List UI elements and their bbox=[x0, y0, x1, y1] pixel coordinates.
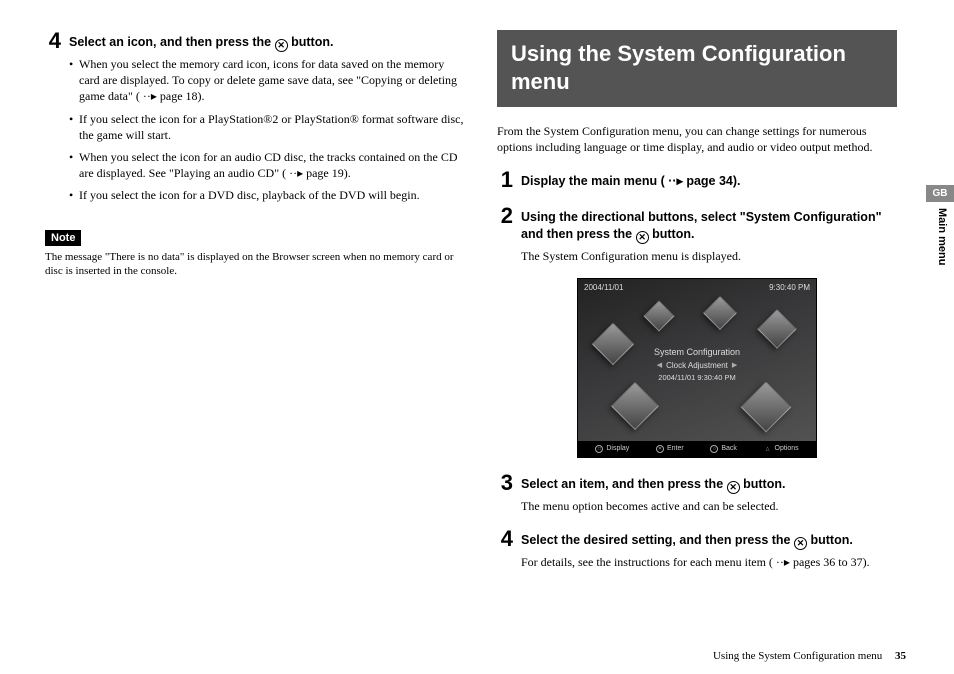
bullet-item: When you select the icon for an audio CD… bbox=[69, 149, 465, 181]
step-body: For details, see the instructions for ea… bbox=[521, 554, 897, 570]
step-title-part-a: Select the desired setting, and then pre… bbox=[521, 533, 794, 547]
step-title-part-a: Select an item, and then press the bbox=[521, 477, 727, 491]
decorative-cube-icon bbox=[592, 323, 634, 365]
bullet-item: When you select the memory card icon, ic… bbox=[69, 56, 465, 105]
decorative-cube-icon bbox=[611, 382, 659, 430]
step-title-part-a: Using the directional buttons, select "S… bbox=[521, 210, 882, 240]
step-bullet-list: When you select the memory card icon, ic… bbox=[69, 56, 465, 204]
step-body: The menu option becomes active and can b… bbox=[521, 498, 897, 514]
ps2-foot-back: ○Back bbox=[710, 445, 737, 453]
step-title-part-b: button. bbox=[291, 35, 333, 49]
decorative-cube-icon bbox=[757, 309, 797, 349]
step-title-part-b: button. bbox=[652, 227, 694, 241]
section-heading: Using the System Configuration menu bbox=[497, 30, 897, 107]
bullet-item: If you select the icon for a PlayStation… bbox=[69, 111, 465, 143]
x-button-icon: ✕ bbox=[794, 537, 807, 550]
square-icon: □ bbox=[595, 445, 603, 453]
footer-title: Using the System Configuration menu bbox=[713, 650, 882, 662]
step-number: 1 bbox=[497, 169, 513, 191]
x-button-icon: ✕ bbox=[636, 231, 649, 244]
ps2-footbar: □Display ✕Enter ○Back △Options bbox=[578, 441, 816, 457]
step-number: 4 bbox=[497, 528, 513, 550]
right-step-4: 4 Select the desired setting, and then p… bbox=[497, 528, 897, 570]
step-title-part-b: button. bbox=[810, 533, 852, 547]
left-step-4: 4 Select an icon, and then press the ✕ b… bbox=[45, 30, 465, 204]
circle-icon: ○ bbox=[710, 445, 718, 453]
right-step-3: 3 Select an item, and then press the ✕ b… bbox=[497, 472, 897, 514]
ps2-menu-title: System Configuration bbox=[654, 347, 740, 357]
decorative-cube-icon bbox=[703, 296, 737, 330]
region-tag: GB bbox=[926, 185, 954, 202]
ps2-menu-row: ◀ Clock Adjustment ▶ bbox=[654, 361, 740, 370]
decorative-cube-icon bbox=[643, 300, 674, 331]
bullet-item: If you select the icon for a DVD disc, p… bbox=[69, 187, 465, 203]
page-footer: Using the System Configuration menu 35 bbox=[713, 650, 906, 662]
step-title: Display the main menu ( ··▸ page 34). bbox=[521, 169, 741, 191]
page-number: 35 bbox=[895, 650, 906, 662]
ps2-menu-item: Clock Adjustment bbox=[666, 361, 728, 370]
decorative-cube-icon bbox=[741, 381, 792, 432]
section-intro: From the System Configuration menu, you … bbox=[497, 123, 897, 155]
step-title: Using the directional buttons, select "S… bbox=[521, 205, 897, 243]
step-number: 3 bbox=[497, 472, 513, 494]
step-body: The System Configuration menu is display… bbox=[521, 248, 897, 264]
step-title: Select an icon, and then press the ✕ but… bbox=[69, 30, 333, 52]
ps2-foot-options: △Options bbox=[764, 445, 799, 453]
step-title-part-a: Select an icon, and then press the bbox=[69, 35, 275, 49]
left-column: 4 Select an icon, and then press the ✕ b… bbox=[45, 30, 465, 630]
triangle-icon: △ bbox=[764, 445, 772, 453]
step-title: Select an item, and then press the ✕ but… bbox=[521, 472, 785, 494]
step-title: Select the desired setting, and then pre… bbox=[521, 528, 853, 550]
ps2-foot-display: □Display bbox=[595, 445, 629, 453]
side-tab: GB Main menu bbox=[926, 185, 954, 265]
page-content: 4 Select an icon, and then press the ✕ b… bbox=[45, 30, 914, 630]
triangle-right-icon: ▶ bbox=[732, 361, 737, 369]
step-number: 2 bbox=[497, 205, 513, 243]
step-number: 4 bbox=[45, 30, 61, 52]
step-title-part-b: button. bbox=[743, 477, 785, 491]
ps2-menu-value: 2004/11/01 9:30:40 PM bbox=[654, 373, 740, 382]
right-column: Using the System Configuration menu From… bbox=[497, 30, 897, 630]
note-label: Note bbox=[45, 230, 81, 246]
ps2-foot-enter: ✕Enter bbox=[656, 445, 684, 453]
side-section-label: Main menu bbox=[936, 208, 948, 265]
ps2-center-menu: System Configuration ◀ Clock Adjustment … bbox=[654, 347, 740, 382]
note-text: The message "There is no data" is displa… bbox=[45, 250, 465, 279]
x-button-icon: ✕ bbox=[727, 481, 740, 494]
triangle-left-icon: ◀ bbox=[657, 361, 662, 369]
ps2-screenshot-figure: 2004/11/01 9:30:40 PM System Configurati… bbox=[577, 278, 817, 458]
right-step-1: 1 Display the main menu ( ··▸ page 34). bbox=[497, 169, 897, 191]
x-icon: ✕ bbox=[656, 445, 664, 453]
x-button-icon: ✕ bbox=[275, 39, 288, 52]
right-step-2: 2 Using the directional buttons, select … bbox=[497, 205, 897, 263]
